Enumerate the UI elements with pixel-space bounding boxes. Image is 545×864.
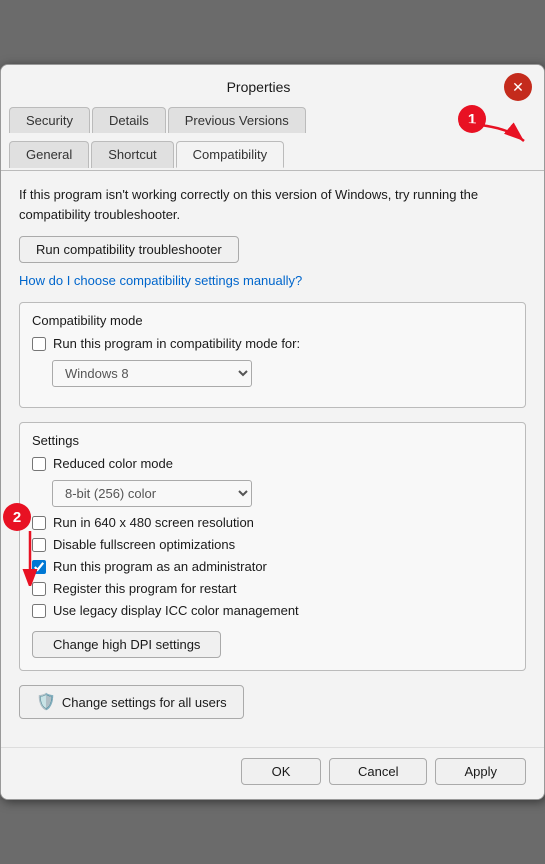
change-dpi-button[interactable]: Change high DPI settings: [32, 631, 221, 658]
compatibility-mode-label: Compatibility mode: [32, 313, 513, 328]
change-settings-button[interactable]: 🛡️ Change settings for all users: [19, 685, 244, 719]
run-640-label: Run in 640 x 480 screen resolution: [53, 515, 254, 530]
tab-details[interactable]: Details: [92, 107, 166, 133]
change-settings-label: Change settings for all users: [62, 695, 227, 710]
apply-button[interactable]: Apply: [435, 758, 526, 785]
tabs-row-2: General Shortcut Compatibility: [1, 135, 544, 170]
disable-fullscreen-row: Disable fullscreen optimizations: [32, 537, 513, 552]
tab-general[interactable]: General: [9, 141, 89, 168]
shield-icon: 🛡️: [36, 692, 56, 712]
settings-label: Settings: [32, 433, 513, 448]
settings-group: Settings Reduced color mode 8-bit (256) …: [19, 422, 526, 671]
tab-previous-versions[interactable]: Previous Versions: [168, 107, 306, 133]
reduced-color-row: Reduced color mode: [32, 456, 513, 471]
troubleshoot-button[interactable]: Run compatibility troubleshooter: [19, 236, 239, 263]
register-restart-label: Register this program for restart: [53, 581, 237, 596]
close-button[interactable]: ✕: [504, 73, 532, 101]
tabs-row-1: Security Details Previous Versions: [1, 101, 544, 135]
properties-window: Properties ✕ 1 Security Details Previous…: [0, 64, 545, 800]
compat-mode-checkbox[interactable]: [32, 337, 46, 351]
use-legacy-checkbox[interactable]: [32, 604, 46, 618]
tab-content: 2 If this program isn't working correctl…: [1, 170, 544, 747]
title-bar: Properties ✕: [1, 65, 544, 101]
run-as-admin-checkbox[interactable]: [32, 560, 46, 574]
bottom-buttons: OK Cancel Apply: [1, 747, 544, 799]
color-mode-dropdown[interactable]: 8-bit (256) color 16-bit color: [52, 480, 252, 507]
run-640-row: Run in 640 x 480 screen resolution: [32, 515, 513, 530]
help-link[interactable]: How do I choose compatibility settings m…: [19, 273, 526, 288]
compat-mode-dropdown[interactable]: Windows 8 Windows 7 Windows Vista Window…: [52, 360, 252, 387]
tab-compatibility[interactable]: Compatibility: [176, 141, 284, 168]
register-restart-row: Register this program for restart: [32, 581, 513, 596]
run-as-admin-label: Run this program as an administrator: [53, 559, 267, 574]
compatibility-mode-group: Compatibility mode Run this program in c…: [19, 302, 526, 408]
reduced-color-checkbox[interactable]: [32, 457, 46, 471]
run-as-admin-row: Run this program as an administrator: [32, 559, 513, 574]
use-legacy-label: Use legacy display ICC color management: [53, 603, 299, 618]
tab-security[interactable]: Security: [9, 107, 90, 133]
run-640-checkbox[interactable]: [32, 516, 46, 530]
reduced-color-label: Reduced color mode: [53, 456, 173, 471]
use-legacy-row: Use legacy display ICC color management: [32, 603, 513, 618]
disable-fullscreen-label: Disable fullscreen optimizations: [53, 537, 235, 552]
tabs-container: 1 Security Details Previous Versions Gen…: [1, 101, 544, 170]
compat-mode-text: Run this program in compatibility mode f…: [53, 336, 300, 351]
tab-shortcut[interactable]: Shortcut: [91, 141, 173, 168]
info-text: If this program isn't working correctly …: [19, 185, 526, 224]
compat-mode-checkbox-row: Run this program in compatibility mode f…: [32, 336, 513, 351]
disable-fullscreen-checkbox[interactable]: [32, 538, 46, 552]
cancel-button[interactable]: Cancel: [329, 758, 427, 785]
ok-button[interactable]: OK: [241, 758, 321, 785]
register-restart-checkbox[interactable]: [32, 582, 46, 596]
window-title: Properties: [13, 79, 504, 95]
